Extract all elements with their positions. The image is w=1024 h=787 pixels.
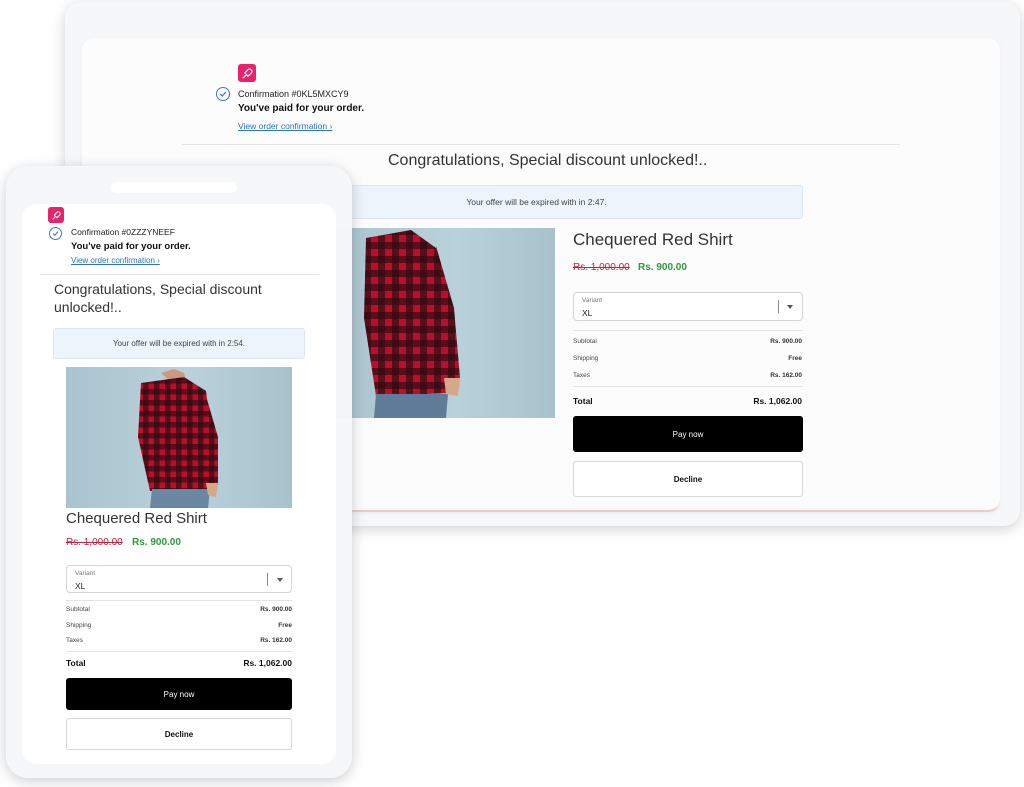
paid-message: You've paid for your order. <box>71 241 191 252</box>
product-image <box>336 228 555 418</box>
shipping-value: Free <box>278 622 292 629</box>
decline-button[interactable]: Decline <box>573 461 803 497</box>
divider <box>66 651 292 652</box>
shipping-value: Free <box>788 355 802 362</box>
subtotal-label: Subtotal <box>66 606 90 613</box>
divider <box>66 600 292 601</box>
chevron-down-icon[interactable] <box>277 578 283 582</box>
product-title: Chequered Red Shirt <box>66 510 207 527</box>
total-value: Rs. 1,062.00 <box>753 396 802 406</box>
taxes-label: Taxes <box>66 637 83 644</box>
product-title: Chequered Red Shirt <box>573 230 733 249</box>
congrats-heading: Congratulations, Special discount unlock… <box>388 152 708 169</box>
original-price: Rs. 1,000.00 <box>66 537 123 548</box>
divider <box>40 274 319 275</box>
chevron-down-icon[interactable] <box>787 305 793 309</box>
subtotal-value: Rs. 900.00 <box>770 338 802 345</box>
variant-select[interactable]: Variant XL <box>66 565 292 593</box>
congrats-heading-line-2: unlocked!.. <box>54 299 122 315</box>
rocket-icon <box>48 207 64 223</box>
total-label: Total <box>573 396 593 406</box>
subtotal-value: Rs. 900.00 <box>260 606 292 613</box>
confirmation-number: Confirmation #0KL5MXCY9 <box>238 89 349 99</box>
check-circle-icon <box>216 87 230 101</box>
total-label: Total <box>66 658 86 668</box>
shipping-label: Shipping <box>66 622 92 629</box>
offer-timer-banner: Your offer will be expired with in 2:54. <box>53 328 305 359</box>
total-value: Rs. 1,062.00 <box>243 658 292 668</box>
divider <box>573 386 803 387</box>
variant-value: XL <box>582 308 593 318</box>
pay-now-button[interactable]: Pay now <box>66 678 292 710</box>
select-separator <box>267 573 268 586</box>
taxes-value: Rs. 162.00 <box>260 637 292 644</box>
product-image <box>66 367 292 508</box>
subtotal-label: Subtotal <box>573 338 597 345</box>
variant-value: XL <box>75 581 86 591</box>
pay-now-button[interactable]: Pay now <box>573 416 803 452</box>
divider <box>573 330 803 331</box>
paid-message: You've paid for your order. <box>238 103 365 114</box>
congrats-heading-line-1: Congratulations, Special discount <box>54 281 262 297</box>
view-order-confirmation-link[interactable]: View order confirmation › <box>71 256 160 265</box>
select-separator <box>778 300 779 313</box>
view-order-confirmation-link[interactable]: View order confirmation › <box>238 121 332 131</box>
rocket-icon <box>238 64 256 82</box>
confirmation-number: Confirmation #0ZZZYNEEF <box>71 227 175 237</box>
discounted-price: Rs. 900.00 <box>638 262 687 273</box>
taxes-value: Rs. 162.00 <box>770 372 802 379</box>
decline-button[interactable]: Decline <box>66 718 292 750</box>
taxes-label: Taxes <box>573 372 590 379</box>
divider <box>182 144 900 145</box>
desktop-screen-tab <box>82 38 232 64</box>
shipping-label: Shipping <box>573 355 599 362</box>
variant-label: Variant <box>75 570 96 577</box>
mobile-speaker-notch <box>111 182 237 193</box>
variant-select[interactable]: Variant XL <box>573 292 803 321</box>
original-price: Rs. 1,000.00 <box>573 262 630 273</box>
check-circle-icon <box>49 227 62 240</box>
variant-label: Variant <box>582 297 603 304</box>
discounted-price: Rs. 900.00 <box>132 537 181 548</box>
